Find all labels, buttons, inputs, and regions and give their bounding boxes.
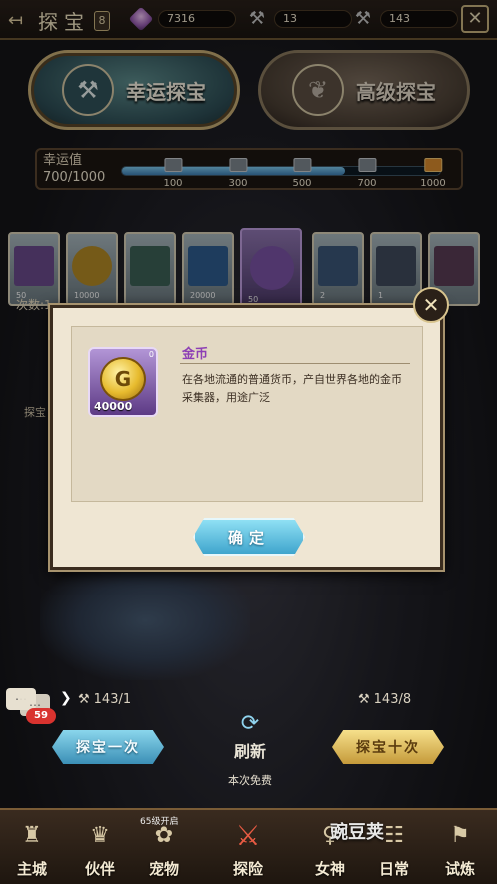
crossed-swords-icon: ⚔ bbox=[235, 819, 261, 852]
nav-label: 伙伴 bbox=[84, 860, 115, 878]
item-icon-frame: G 0 40000 bbox=[88, 347, 158, 417]
item-info-panel: G 0 40000 金币 在各地流通的普通货币，产自世界各地的金币采集器，用途广… bbox=[71, 326, 423, 502]
nav-label: 主城 bbox=[16, 860, 47, 878]
nav-label: 宠物 bbox=[148, 860, 179, 878]
refresh-button[interactable]: ⟳ 刷新 bbox=[222, 712, 278, 762]
pickaxe-icon: ⚒ bbox=[78, 692, 90, 707]
nav-label: 探险 bbox=[232, 860, 263, 878]
item-quantity: 40000 bbox=[94, 400, 133, 413]
hat-icon: ♛ bbox=[90, 823, 110, 848]
divider bbox=[180, 363, 410, 364]
confirm-button[interactable]: 确定 bbox=[193, 518, 305, 556]
item-name: 金币 bbox=[182, 347, 209, 362]
chevron-right-icon[interactable]: ❯ bbox=[60, 690, 72, 706]
free-refresh-label: 本次免费 bbox=[228, 774, 272, 787]
item-info-dialog: G 0 40000 金币 在各地流通的普通货币，产自世界各地的金币采集器，用途广… bbox=[50, 305, 443, 570]
trial-icon: ⚑ bbox=[450, 823, 470, 848]
ten-cost-value: 143/8 bbox=[373, 692, 412, 707]
nav-item-main-city[interactable]: ♜ 主城 bbox=[2, 810, 62, 884]
dialog-close-icon[interactable]: ✕ bbox=[413, 287, 449, 323]
nav-item-adventure[interactable]: ⚔ 探险 bbox=[218, 810, 278, 884]
watermark: 豌豆荚 bbox=[330, 822, 384, 843]
once-cost-value: 143/1 bbox=[93, 692, 132, 707]
dig-ten-button[interactable]: 探宝十次 bbox=[332, 730, 444, 764]
refresh-icon: ⟳ bbox=[240, 711, 260, 736]
once-cost: ⚒ 143/1 bbox=[78, 692, 131, 707]
bottom-nav: ♜ 主城 ♛ 伙伴 ✿ 宠物 ⚔ 探险 ♀ 女神 ☷ 日常 ⚑ 试炼 bbox=[0, 808, 497, 884]
nav-item-partners[interactable]: ♛ 伙伴 bbox=[70, 810, 130, 884]
item-description: 在各地流通的普通货币，产自世界各地的金币采集器，用途广泛 bbox=[182, 373, 402, 404]
dig-once-button[interactable]: 探宝一次 bbox=[52, 730, 164, 764]
nav-label: 日常 bbox=[378, 860, 409, 878]
coin-icon: G bbox=[100, 357, 146, 401]
nav-unlock-note: 65级开启 bbox=[140, 817, 179, 827]
chat-button[interactable]: … … 59 bbox=[6, 688, 56, 724]
ten-cost: ⚒ 143/8 bbox=[358, 692, 411, 707]
refresh-label: 刷新 bbox=[233, 742, 266, 761]
pickaxe-icon: ⚒ bbox=[358, 692, 370, 707]
nav-label: 试炼 bbox=[444, 860, 475, 878]
castle-icon: ♜ bbox=[22, 823, 42, 848]
nav-label: 女神 bbox=[314, 860, 345, 878]
nav-item-trial[interactable]: ⚑ 试炼 bbox=[430, 810, 490, 884]
item-corner-mark: 0 bbox=[148, 350, 154, 359]
chat-unread-badge: 59 bbox=[26, 708, 56, 724]
